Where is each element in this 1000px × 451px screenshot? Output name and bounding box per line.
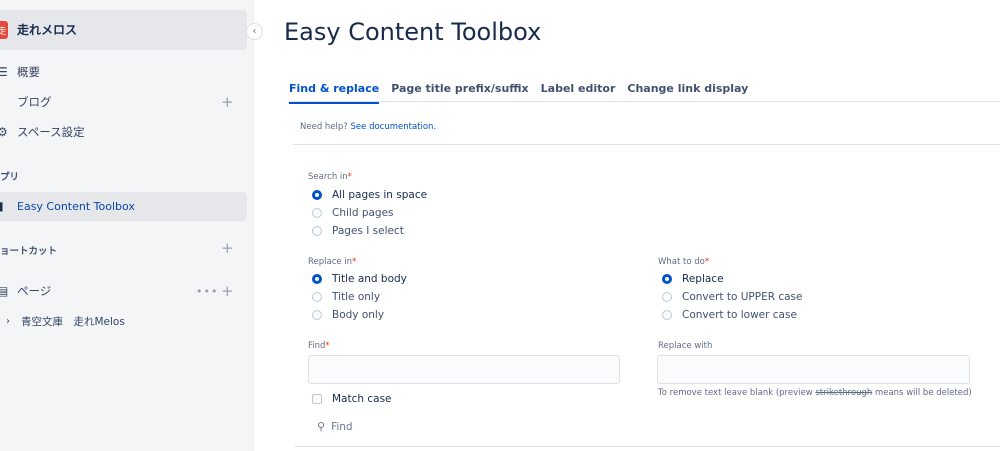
what-to-do-label-text: What to do bbox=[658, 257, 705, 267]
apps-section-label: プリ bbox=[0, 172, 20, 183]
page-tree-item[interactable]: › 青空文庫 走れMelos bbox=[0, 307, 247, 335]
find-button[interactable]: ⚲ Find bbox=[317, 420, 353, 433]
quote-icon: ❜ bbox=[0, 95, 1, 109]
required-marker: * bbox=[704, 257, 710, 267]
checkbox-label: Match case bbox=[332, 393, 392, 405]
sidebar-item-label: Easy Content Toolbox bbox=[17, 200, 135, 213]
sidebar-item-easy-content-toolbox[interactable]: ▮ Easy Content Toolbox bbox=[0, 192, 247, 221]
radio-button[interactable] bbox=[662, 292, 672, 302]
page-title: Easy Content Toolbox bbox=[284, 18, 542, 46]
required-marker: * bbox=[352, 257, 357, 267]
gear-icon: ⚙ bbox=[0, 125, 8, 139]
divider bbox=[293, 144, 1000, 145]
radio-label: Pages I select bbox=[332, 225, 404, 237]
find-button-label: Find bbox=[331, 420, 353, 433]
radio-pages-i-select[interactable]: Pages I select bbox=[312, 225, 404, 237]
sidebar-item-space-settings[interactable]: ⚙ スペース設定 bbox=[0, 118, 247, 146]
hint-prefix: To remove text leave blank (preview bbox=[658, 388, 813, 398]
page-tree-label: 青空文庫 走れMelos bbox=[21, 315, 125, 328]
radio-label: All pages in space bbox=[332, 189, 428, 201]
shortcuts-section-label: ョートカット bbox=[0, 246, 58, 257]
hint-suffix: means will be deleted) bbox=[874, 388, 972, 398]
help-text: Need help? See documentation. bbox=[300, 122, 436, 132]
what-to-do-label: What to do* bbox=[658, 257, 709, 267]
sidebar-item-blog[interactable]: ❜ ブログ + bbox=[0, 88, 247, 116]
documentation-link[interactable]: See documentation. bbox=[351, 122, 437, 132]
space-header[interactable]: 走 走れメロス bbox=[0, 10, 247, 50]
sidebar-item-label: 概要 bbox=[17, 65, 40, 79]
radio-label: Body only bbox=[332, 309, 385, 321]
space-avatar: 走 bbox=[0, 21, 8, 39]
main-content: Easy Content Toolbox Find & replace Page… bbox=[254, 0, 1000, 451]
radio-title-and-body[interactable]: Title and body bbox=[312, 273, 407, 285]
search-in-label-text: Search in bbox=[308, 172, 348, 182]
search-icon: ⚲ bbox=[317, 420, 326, 433]
sidebar-item-overview[interactable]: ☰ 概要 bbox=[0, 58, 247, 86]
more-icon[interactable]: ••• bbox=[196, 285, 218, 298]
radio-button[interactable] bbox=[312, 310, 322, 320]
checkbox[interactable] bbox=[312, 394, 322, 404]
sidebar-item-label: スペース設定 bbox=[17, 125, 85, 139]
radio-label: Title only bbox=[332, 291, 381, 303]
chevron-left-icon: ‹ bbox=[252, 26, 257, 37]
radio-label: Replace bbox=[682, 273, 724, 285]
bottom-divider bbox=[295, 446, 1000, 447]
radio-button[interactable] bbox=[312, 208, 322, 218]
radio-upper-case[interactable]: Convert to UPPER case bbox=[662, 291, 803, 303]
menu-icon: ☰ bbox=[0, 65, 8, 79]
shortcuts-section: ョートカット + bbox=[0, 234, 247, 262]
page-icon: ▤ bbox=[0, 284, 9, 298]
space-name: 走れメロス bbox=[17, 23, 78, 37]
radio-all-pages[interactable]: All pages in space bbox=[312, 189, 427, 201]
hint-strikethrough: strikethrough bbox=[815, 388, 873, 398]
match-case-checkbox[interactable]: Match case bbox=[312, 393, 392, 405]
radio-title-only[interactable]: Title only bbox=[312, 291, 380, 303]
radio-button[interactable] bbox=[312, 226, 322, 236]
add-page-icon[interactable]: + bbox=[221, 282, 234, 300]
sidebar-item-pages[interactable]: ▤ ページ ••• + bbox=[0, 277, 247, 305]
app-icon: ▮ bbox=[0, 199, 4, 213]
radio-button[interactable] bbox=[312, 292, 322, 302]
radio-button-checked[interactable] bbox=[662, 274, 672, 284]
replace-in-label: Replace in* bbox=[308, 257, 356, 267]
replace-hint: To remove text leave blank (preview stri… bbox=[658, 388, 972, 398]
required-marker: * bbox=[325, 341, 330, 351]
radio-body-only[interactable]: Body only bbox=[312, 309, 384, 321]
radio-label: Convert to UPPER case bbox=[682, 291, 803, 303]
radio-label: Child pages bbox=[332, 207, 394, 219]
radio-label: Convert to lower case bbox=[682, 309, 797, 321]
radio-label: Title and body bbox=[332, 273, 407, 285]
add-shortcut-icon[interactable]: + bbox=[221, 239, 234, 257]
replace-with-input[interactable] bbox=[657, 355, 970, 384]
collapse-sidebar-button[interactable]: ‹ bbox=[246, 23, 263, 40]
find-input[interactable] bbox=[308, 355, 620, 384]
required-marker: * bbox=[347, 172, 352, 182]
replace-with-label: Replace with bbox=[658, 341, 713, 351]
search-in-label: Search in* bbox=[308, 172, 352, 182]
find-label: Find* bbox=[308, 341, 330, 351]
replace-in-label-text: Replace in bbox=[308, 257, 353, 267]
find-label-text: Find bbox=[308, 341, 326, 351]
tabs-divider bbox=[289, 101, 1000, 102]
add-blog-icon[interactable]: + bbox=[221, 93, 234, 111]
radio-replace[interactable]: Replace bbox=[662, 273, 724, 285]
radio-child-pages[interactable]: Child pages bbox=[312, 207, 394, 219]
radio-lower-case[interactable]: Convert to lower case bbox=[662, 309, 797, 321]
sidebar-item-label: ページ bbox=[17, 284, 52, 298]
radio-button[interactable] bbox=[662, 310, 672, 320]
sidebar-item-label: ブログ bbox=[17, 95, 52, 109]
radio-button-checked[interactable] bbox=[312, 190, 322, 200]
radio-button-checked[interactable] bbox=[312, 274, 322, 284]
sidebar: 走 走れメロス ☰ 概要 ❜ ブログ + ⚙ スペース設定 プリ ▮ Easy … bbox=[0, 0, 254, 451]
chevron-right-icon[interactable]: › bbox=[6, 316, 10, 327]
help-prefix: Need help? bbox=[300, 122, 348, 132]
